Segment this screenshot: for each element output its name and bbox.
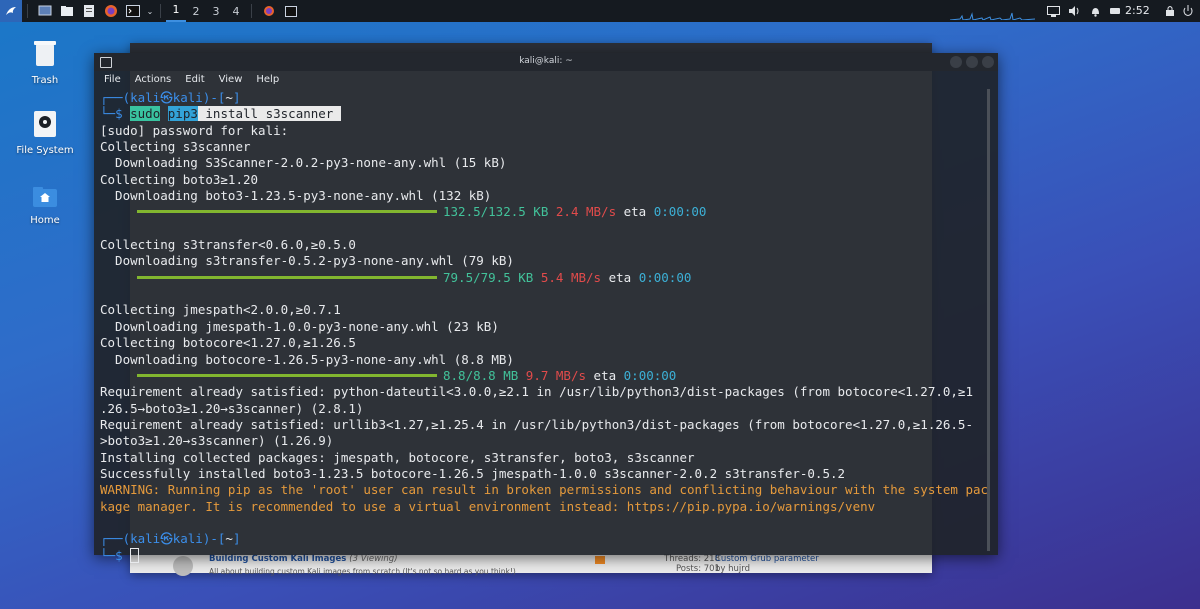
output-line: Requirement already satisfied: urllib3<1… <box>100 416 973 432</box>
progress-bar <box>137 210 437 214</box>
maximize-button[interactable] <box>966 56 978 68</box>
command-line: └─$ <box>100 547 984 564</box>
desktop-home[interactable]: Home <box>5 186 85 226</box>
file-manager-icon[interactable] <box>57 0 77 22</box>
cpu-graph <box>950 12 1035 20</box>
terminal-menubar: File Actions Edit View Help <box>94 71 998 87</box>
clock[interactable]: 2:52 <box>1125 0 1150 22</box>
output-line: Collecting boto3≥1.20 <box>100 171 259 187</box>
notification-bell-icon[interactable] <box>1087 3 1103 19</box>
menu-edit[interactable]: Edit <box>176 71 209 87</box>
terminal-task-icon[interactable] <box>281 0 301 22</box>
output-line: [sudo] password for kali: <box>100 122 289 138</box>
forum-description: All about building custom Kali images fr… <box>209 567 516 576</box>
terminal-title: kali@kali: ~ <box>519 56 573 66</box>
workspace-3[interactable]: 3 <box>206 5 226 18</box>
menu-actions[interactable]: Actions <box>126 71 177 87</box>
terminal-output[interactable]: ┌──(kali㉿kali)-[~] └─$ sudo pip3 install… <box>100 90 989 563</box>
power-icon[interactable] <box>1107 3 1123 19</box>
desktop-file-system[interactable]: File System <box>5 110 85 156</box>
lock-icon[interactable] <box>1162 3 1178 19</box>
logout-icon[interactable] <box>1180 3 1196 19</box>
cmd-pip: pip3 <box>167 106 198 122</box>
desktop-trash[interactable]: Trash <box>5 38 85 86</box>
output-line: Downloading s3transfer-0.5.2-py3-none-an… <box>100 253 514 269</box>
firefox-task-icon[interactable] <box>259 0 279 22</box>
display-icon[interactable] <box>1045 3 1061 19</box>
show-desktop-icon[interactable] <box>35 0 55 22</box>
kali-menu-icon[interactable] <box>0 0 22 22</box>
output-line: Downloading boto3-1.23.5-py3-none-any.wh… <box>100 188 492 204</box>
cmd-sudo: sudo <box>130 106 161 122</box>
top-panel: ⌄ 1 2 3 4 2:52 <box>0 0 1200 22</box>
terminal-window[interactable]: kali@kali: ~ File Actions Edit View Help… <box>94 53 998 563</box>
output-line: Collecting jmespath<2.0.0,≥0.7.1 <box>100 302 341 318</box>
output-line: Downloading jmespath-1.0.0-py3-none-any.… <box>100 318 499 334</box>
minimize-button[interactable] <box>950 56 962 68</box>
progress-bar <box>137 275 437 279</box>
workspace-1[interactable]: 1 <box>166 0 186 22</box>
menu-help[interactable]: Help <box>247 71 284 87</box>
desktop-icon-label: File System <box>16 145 74 156</box>
drive-icon <box>34 111 56 137</box>
text-cursor <box>130 547 140 563</box>
terminal-scrollbar[interactable] <box>987 89 990 551</box>
menu-file[interactable]: File <box>94 71 126 87</box>
output-line: Downloading S3Scanner-2.0.2-py3-none-any… <box>100 155 507 171</box>
output-line: .26.5→boto3≥1.20→s3scanner) (2.8.1) <box>100 400 364 416</box>
terminal-titlebar[interactable]: kali@kali: ~ <box>94 53 998 71</box>
trash-icon <box>34 41 56 66</box>
volume-icon[interactable] <box>1066 3 1082 19</box>
menu-view[interactable]: View <box>210 71 248 87</box>
output-line: Collecting botocore<1.27.0,≥1.26.5 <box>100 335 356 351</box>
output-line: Collecting s3transfer<0.6.0,≥0.5.0 <box>100 237 356 253</box>
output-line: Successfully installed boto3-1.23.5 boto… <box>100 465 846 481</box>
output-line: >boto3≥1.20→s3scanner) (1.26.9) <box>100 433 334 449</box>
command-line: └─$ sudo pip3 install s3scanner <box>100 106 341 122</box>
close-button[interactable] <box>982 56 994 68</box>
prompt-line: ┌──(kali㉿kali)-[~] <box>100 531 241 547</box>
desktop-icon-label: Trash <box>31 75 59 86</box>
warning-line: kage manager. It is recommended to use a… <box>100 498 876 514</box>
output-line: Requirement already satisfied: python-da… <box>100 384 973 400</box>
output-line: Collecting s3scanner <box>100 139 251 155</box>
progress-line: 79.5/79.5 KB 5.4 MB/s eta 0:00:00 <box>100 270 984 286</box>
progress-bar <box>137 373 437 377</box>
workspace-2[interactable]: 2 <box>186 5 206 18</box>
prompt-line: ┌──(kali㉿kali)-[~] <box>100 90 241 105</box>
home-folder-icon <box>33 187 57 207</box>
terminal-launcher-icon[interactable] <box>123 0 143 22</box>
firefox-icon[interactable] <box>101 0 121 22</box>
desktop-icon-label: Home <box>30 215 60 226</box>
progress-line: 132.5/132.5 KB 2.4 MB/s eta 0:00:00 <box>100 204 984 220</box>
chevron-down-icon[interactable]: ⌄ <box>145 0 155 22</box>
output-line: Installing collected packages: jmespath,… <box>100 449 695 465</box>
output-line: Downloading botocore-1.26.5-py3-none-any… <box>100 351 514 367</box>
workspace-4[interactable]: 4 <box>226 5 246 18</box>
warning-line: WARNING: Running pip as the 'root' user … <box>100 482 989 498</box>
cmd-args: install s3scanner <box>197 106 341 122</box>
progress-line: 8.8/8.8 MB 9.7 MB/s eta 0:00:00 <box>100 368 984 384</box>
text-editor-icon[interactable] <box>79 0 99 22</box>
